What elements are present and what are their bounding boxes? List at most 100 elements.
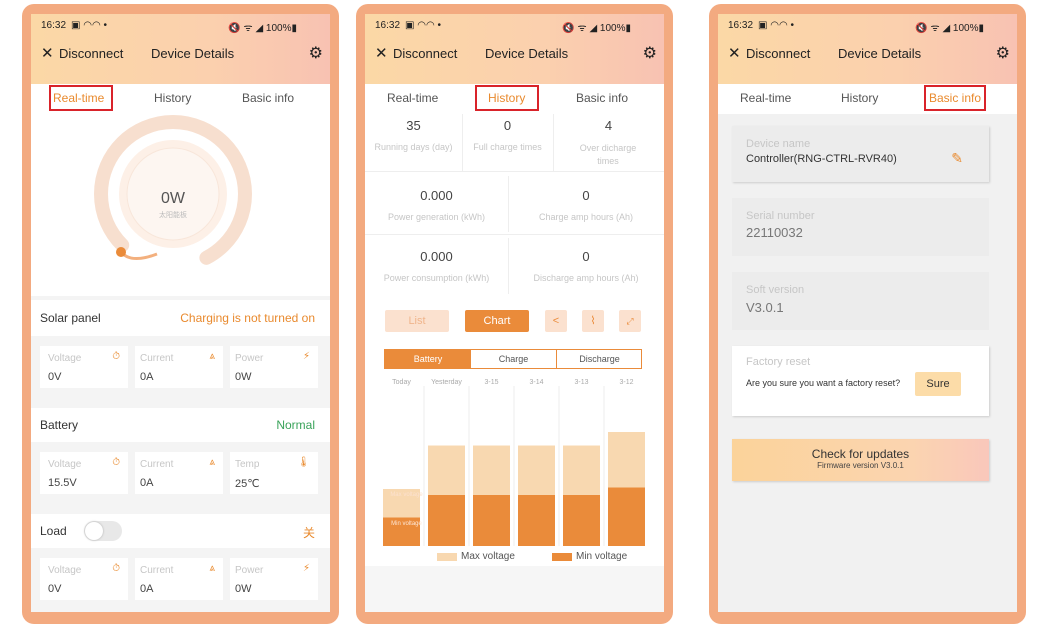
legend-min: Min voltage [576, 551, 628, 562]
bar-min-voltage[interactable] [608, 487, 645, 547]
share-icon[interactable]: < [545, 310, 567, 332]
status-bar: 16:32 ▣ ◠◠ • 🔇 ᯤ ◢ 100%▮ [41, 20, 321, 34]
tab-realtime[interactable]: Real-time [740, 91, 791, 105]
tab-bar: Real-time History Basic info [365, 84, 664, 114]
tab-realtime[interactable]: Real-time [387, 91, 438, 105]
current-icon: ⩓ [209, 457, 215, 468]
history-stats: 35 Running days (day) 0 Full charge time… [365, 114, 664, 310]
battery-title: Battery [40, 418, 79, 432]
screen-history-frame: 16:32 ▣ ◠◠ • 🔇 ᯤ ◢ 100%▮ ✕ Disconnect De… [356, 4, 673, 624]
tab-basic-info[interactable]: Basic info [576, 91, 628, 105]
gear-icon[interactable]: ⚙ [309, 43, 323, 63]
stat-value: 4 [604, 118, 613, 133]
screen-basic-frame: 16:32 ▣ ◠◠ • 🔇 ᯤ ◢ 100%▮ ✕ Disconnect De… [709, 4, 1026, 624]
highlight-box [475, 85, 539, 111]
page-title: Device Details [151, 46, 235, 61]
broom-icon[interactable]: ⌇ [582, 310, 604, 332]
disconnect-button[interactable]: Disconnect [746, 46, 810, 61]
metric-value: 0A [140, 477, 154, 489]
metric-label: Voltage [48, 459, 82, 470]
x-tick-label: 3-13 [574, 379, 588, 386]
metric-card: Voltage ⏱ 0V [40, 346, 128, 388]
solar-status: Charging is not turned on [180, 311, 315, 325]
stat-label: Running days (day) [374, 142, 453, 152]
serial-label: Serial number [746, 210, 815, 222]
metric-card: Current ⩓ 0A [135, 346, 223, 388]
x-tick-label: 3-12 [619, 379, 633, 386]
header: ✕ Disconnect Device Details ⚙ [375, 44, 657, 66]
screen-realtime-frame: 16:32 ▣ ◠◠ • 🔇 ᯤ ◢ 100%▮ ✕ Disconnect De… [22, 4, 339, 624]
bar-min-voltage[interactable] [518, 495, 555, 546]
close-icon[interactable]: ✕ [41, 44, 54, 62]
status-right-icons: 🔇 ᯤ ◢ 100%▮ [562, 23, 631, 34]
power-icon: ⚡ [302, 563, 310, 574]
disconnect-button[interactable]: Disconnect [59, 46, 123, 61]
gauge-subtitle: 太阳能板 [159, 212, 187, 219]
metric-value: 25℃ [235, 478, 260, 490]
page-title: Device Details [838, 46, 922, 61]
device-name-field[interactable]: Device name Controller(RNG-CTRL-RVR40) ✎ [732, 126, 989, 182]
power-icon: ⚡ [302, 351, 310, 362]
factory-reset-label: Factory reset [746, 356, 811, 368]
solar-panel-header: Solar panel Charging is not turned on [31, 300, 330, 336]
check-updates-button[interactable]: Check for updates Firmware version V3.0.… [732, 439, 989, 481]
stat-value: 0.000 [420, 188, 453, 203]
load-toggle[interactable] [84, 521, 122, 541]
serial-number-field: Serial number 22110032 [732, 198, 989, 256]
stat-label: Charge amp hours (Ah) [538, 212, 634, 222]
status-right-icons: 🔇 ᯤ ◢ 100%▮ [228, 23, 297, 34]
status-time: 16:32 [728, 20, 754, 31]
subtab-charge[interactable]: Charge [471, 350, 557, 368]
soft-version-field: Soft version V3.0.1 [732, 272, 989, 330]
x-tick-label: Yesterday [431, 379, 462, 386]
bar-min-voltage[interactable] [563, 495, 600, 546]
stat-value: 35 [406, 118, 421, 133]
subtab-battery[interactable]: Battery [385, 350, 471, 368]
metric-label: Power [235, 353, 264, 364]
phone-realtime: 16:32 ▣ ◠◠ • 🔇 ᯤ ◢ 100%▮ ✕ Disconnect De… [31, 14, 330, 612]
close-icon[interactable]: ✕ [728, 44, 741, 62]
metric-value: 0V [48, 583, 62, 595]
gear-icon[interactable]: ⚙ [996, 43, 1010, 63]
metric-card: Current ⩓ 0A [135, 452, 223, 494]
list-button[interactable]: List [385, 310, 449, 332]
metric-label: Current [140, 565, 174, 576]
stat-label: Power consumption (kWh) [383, 273, 490, 283]
status-time: 16:32 [375, 20, 401, 31]
subtab-discharge[interactable]: Discharge [557, 350, 642, 368]
chart-button[interactable]: Chart [465, 310, 529, 332]
disconnect-button[interactable]: Disconnect [393, 46, 457, 61]
current-icon: ⩓ [209, 351, 215, 362]
stat-label: Over dicharge times [579, 143, 637, 166]
status-left-icons: ▣ ◠◠ • [758, 20, 794, 31]
x-tick-label: 3-15 [484, 379, 498, 386]
gauge-value: 0W [161, 190, 185, 207]
sure-button[interactable]: Sure [915, 372, 961, 396]
metric-card: Temp 🌡 25℃ [230, 452, 318, 494]
top-bar: 16:32 ▣ ◠◠ • 🔇 ᯤ ◢ 100%▮ ✕ Disconnect De… [718, 14, 1017, 84]
bar-min-voltage[interactable] [473, 495, 510, 546]
check-updates-title: Check for updates [811, 447, 910, 461]
battery-header: Battery Normal [31, 408, 330, 442]
tab-history[interactable]: History [154, 91, 191, 105]
pencil-icon[interactable]: ✎ [951, 150, 963, 167]
clock-icon: ⏱ [112, 457, 120, 468]
soft-version-value: V3.0.1 [746, 300, 784, 315]
close-icon[interactable]: ✕ [375, 44, 388, 62]
page-title: Device Details [485, 46, 569, 61]
metric-value: 0A [140, 371, 154, 383]
fullscreen-icon[interactable]: ⤢ [619, 310, 641, 332]
gauge-card: 0W 太阳能板 [31, 114, 330, 296]
tab-history[interactable]: History [841, 91, 878, 105]
metric-label: Voltage [48, 565, 82, 576]
tab-basic-info[interactable]: Basic info [242, 91, 294, 105]
metric-card: Power ⚡ 0W [230, 558, 318, 600]
gear-icon[interactable]: ⚙ [643, 43, 657, 63]
metric-label: Voltage [48, 353, 82, 364]
battery-status: Normal [276, 418, 315, 432]
metric-value: 0V [48, 371, 62, 383]
status-left-icons: ▣ ◠◠ • [405, 20, 441, 31]
header: ✕ Disconnect Device Details ⚙ [728, 44, 1010, 66]
load-title: Load [40, 524, 67, 538]
status-left-icons: ▣ ◠◠ • [71, 20, 107, 31]
